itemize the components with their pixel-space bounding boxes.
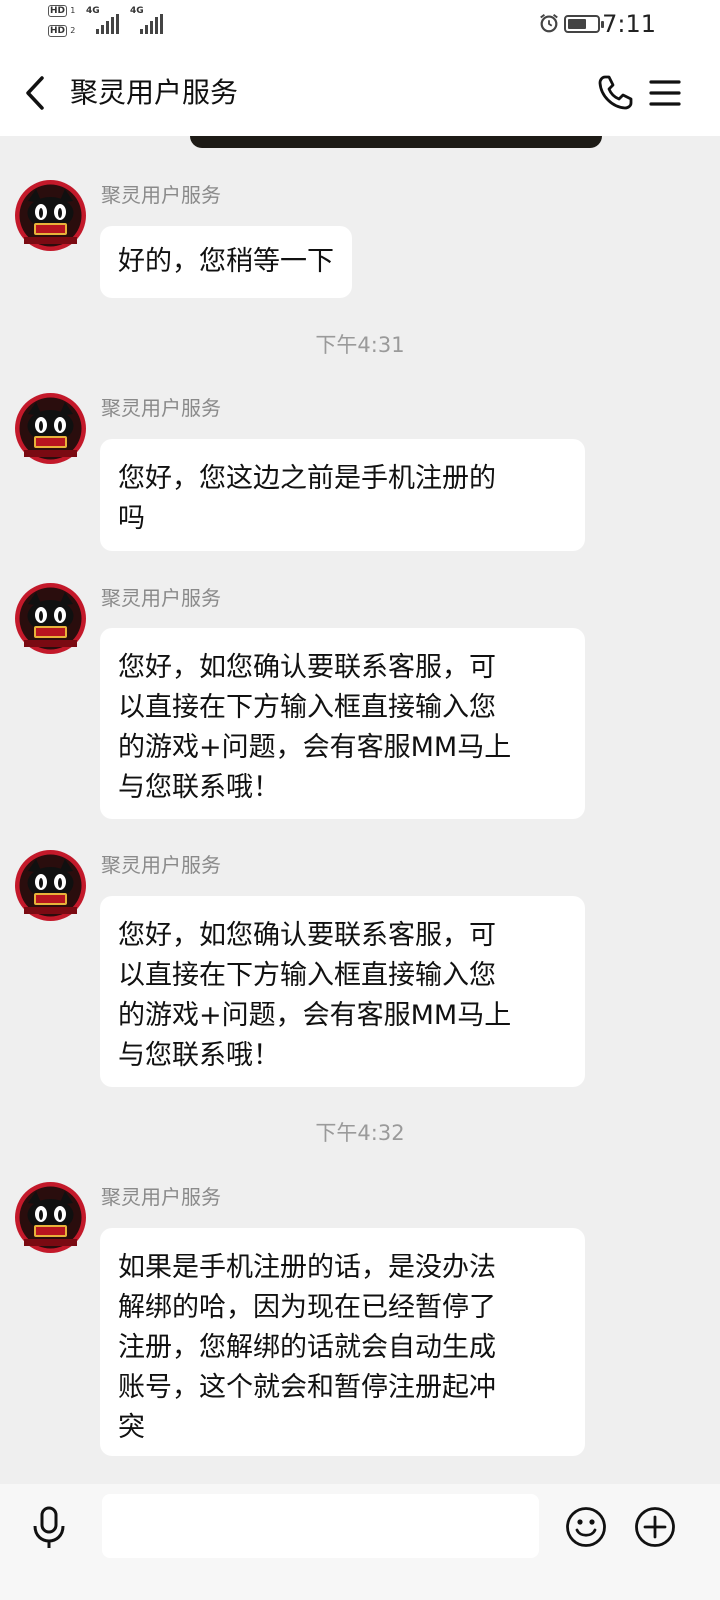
chat-title: 聚灵用户服务: [70, 76, 239, 109]
message-bubble[interactable]: 如果是手机注册的话，是没办法 解绑的哈，因为现在已经暂停了 注册，您解绑的话就会…: [100, 1228, 585, 1456]
avatar[interactable]: [14, 179, 87, 252]
menu-icon[interactable]: [648, 76, 682, 110]
avatar[interactable]: [14, 582, 87, 655]
message-bubble[interactable]: 您好，如您确认要联系客服，可 以直接在下方输入框直接输入您 的游戏+问题，会有客…: [100, 896, 585, 1087]
mic-icon[interactable]: [30, 1506, 68, 1550]
status-left: HD 1 HD 2: [48, 5, 82, 45]
status-right: 7:11: [456, 10, 656, 40]
timestamp: 下午4:32: [315, 1121, 405, 1145]
message-bubble[interactable]: 您好，如您确认要联系客服，可 以直接在下方输入框直接输入您 的游戏+问题，会有客…: [100, 628, 585, 819]
avatar[interactable]: [14, 1181, 87, 1254]
clock: 7:11: [602, 10, 656, 38]
status-bar: HD 1 HD 2 4G 4G 7:11: [0, 0, 720, 50]
hd-sub-2: 2: [70, 26, 76, 35]
hd-label-2: HD: [48, 25, 68, 37]
back-icon[interactable]: [20, 72, 54, 114]
sender-name: 聚灵用户服务: [101, 853, 221, 877]
emoji-icon[interactable]: [565, 1506, 607, 1548]
sender-name: 聚灵用户服务: [101, 396, 221, 420]
hd-badge-1: HD 1: [48, 5, 82, 19]
image-message-clipped[interactable]: [190, 136, 602, 148]
alarm-icon: [540, 13, 558, 33]
input-bar: [0, 1484, 720, 1600]
message-bubble[interactable]: 您好，您这边之前是手机注册的 吗: [100, 439, 585, 551]
message-bubble[interactable]: 好的，您稍等一下: [100, 226, 352, 298]
sender-name: 聚灵用户服务: [101, 1185, 221, 1209]
phone-icon[interactable]: [596, 74, 634, 112]
sender-name: 聚灵用户服务: [101, 183, 221, 207]
avatar[interactable]: [14, 849, 87, 922]
message-input[interactable]: [102, 1494, 539, 1558]
sender-name: 聚灵用户服务: [101, 586, 221, 610]
chat-header: 聚灵用户服务: [0, 50, 720, 136]
hd-badge-2: HD 2: [48, 25, 82, 39]
signal-bars-2-icon: [140, 14, 164, 34]
add-icon[interactable]: [634, 1506, 676, 1548]
battery-icon: [564, 15, 604, 33]
avatar[interactable]: [14, 392, 87, 465]
hd-label-1: HD: [48, 5, 68, 17]
timestamp: 下午4:31: [315, 333, 405, 357]
signal-bars-1-icon: [96, 14, 120, 34]
hd-sub-1: 1: [70, 6, 76, 15]
